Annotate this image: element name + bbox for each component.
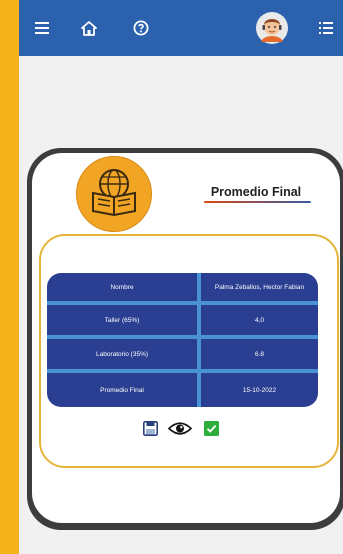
book-globe-logo-icon bbox=[76, 156, 152, 232]
row-label-promedio: Promedio Final bbox=[100, 386, 144, 394]
eye-icon[interactable] bbox=[167, 420, 193, 436]
row-value-laboratorio: 6.8 bbox=[254, 350, 265, 358]
hamburger-menu-icon[interactable] bbox=[25, 0, 59, 56]
row-label-taller: Taller (65%) bbox=[104, 316, 140, 324]
row-value-taller: 4,0 bbox=[254, 316, 265, 324]
home-icon[interactable] bbox=[74, 0, 104, 56]
title-underline bbox=[204, 201, 311, 203]
top-navbar bbox=[19, 0, 343, 56]
user-avatar-icon[interactable] bbox=[255, 0, 289, 56]
card-title: Promedio Final bbox=[210, 185, 302, 199]
row-label-laboratorio: Laboratorio (35%) bbox=[95, 350, 149, 358]
row-value-nombre: Palma Zeballos, Hector Fabian bbox=[214, 283, 305, 291]
save-icon[interactable] bbox=[141, 420, 159, 436]
row-label-nombre: Nombre bbox=[110, 283, 134, 291]
grades-table: Nombre Palma Zeballos, Hector Fabian Tal… bbox=[47, 273, 318, 407]
checkmark-icon[interactable] bbox=[202, 420, 220, 436]
app-frame: Promedio Final Nombre Palma Zeballos, He… bbox=[19, 0, 343, 554]
help-circle-icon[interactable] bbox=[126, 0, 156, 56]
row-value-promedio: 15-10-2022 bbox=[242, 386, 277, 394]
list-icon[interactable] bbox=[311, 0, 341, 56]
